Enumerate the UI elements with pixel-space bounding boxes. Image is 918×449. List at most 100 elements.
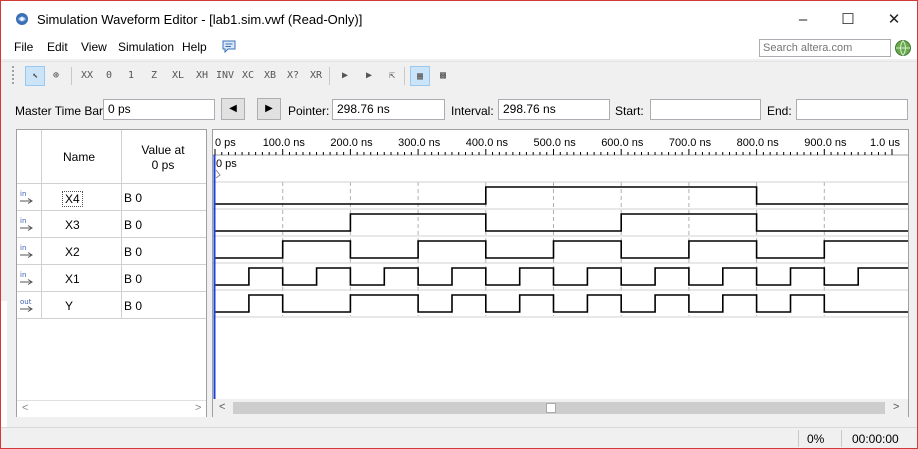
ruler-label: 500.0 ns xyxy=(534,137,577,149)
svg-text:out: out xyxy=(20,298,32,306)
waveform-x1[interactable] xyxy=(215,267,908,286)
status-divider xyxy=(841,430,842,447)
arbitrary-value-icon[interactable]: X? xyxy=(283,66,303,86)
scroll-right-icon[interactable]: > xyxy=(195,402,201,414)
signal-list-panel: Name Value at 0 ps in X4 B 0 in X3 B 0 in X2 B 0… xyxy=(16,129,207,417)
waveform-scrollbar[interactable]: < > xyxy=(213,399,908,417)
svg-text:in: in xyxy=(20,190,26,198)
waveform-canvas[interactable]: 0 ps 100.0 ns 200.0 ns 300.0 ns 400.0 ns 500.… xyxy=(213,130,908,399)
minimize-button[interactable]: – xyxy=(783,9,823,31)
end-field[interactable] xyxy=(796,99,908,120)
menu-edit[interactable]: Edit xyxy=(47,40,68,54)
background-window-edge xyxy=(1,301,7,441)
scroll-left-icon[interactable]: < xyxy=(22,402,28,414)
next-transition-button[interactable]: ▶ xyxy=(257,98,281,120)
weak-low-icon[interactable]: XL xyxy=(168,66,188,86)
forcing-high-icon[interactable]: 1 xyxy=(121,66,141,86)
ruler-label: 200.0 ns xyxy=(330,137,373,149)
forcing-low-icon[interactable]: 0 xyxy=(99,66,119,86)
signal-name: X4 xyxy=(62,191,83,207)
signal-name: X3 xyxy=(65,218,80,232)
ruler-label: 100.0 ns xyxy=(263,137,306,149)
start-field[interactable] xyxy=(650,99,761,120)
signal-list-header: Name Value at 0 ps xyxy=(17,130,206,184)
clock-value-icon[interactable]: XB xyxy=(260,66,280,86)
previous-transition-button[interactable]: ◀ xyxy=(221,98,245,120)
scrollbar-thumb[interactable] xyxy=(546,403,556,413)
waveform-x2[interactable] xyxy=(215,240,908,259)
signal-list-scrollbar[interactable]: < > xyxy=(17,400,206,417)
value-column-header-line1: Value at xyxy=(141,143,185,157)
scroll-left-icon[interactable]: < xyxy=(219,401,225,413)
signal-value: B 0 xyxy=(124,299,143,313)
toolbar: ⬉ ⊕ XX 0 1 Z XL XH INV XC XB X? XR ▶ ▶ ⇱ ▦ ▩ xyxy=(1,61,917,89)
random-value-icon[interactable]: XR xyxy=(306,66,326,86)
selection-tool-icon[interactable]: ⬉ xyxy=(25,66,45,86)
search-input[interactable] xyxy=(759,39,891,57)
waveform-x4[interactable] xyxy=(215,186,908,205)
output-pin-icon: out xyxy=(20,298,33,312)
signal-row[interactable]: in X2 B 0 xyxy=(17,238,206,265)
menu-simulation[interactable]: Simulation xyxy=(118,40,174,54)
feedback-icon[interactable] xyxy=(221,38,237,54)
master-time-bar-label: Master Time Bar: xyxy=(15,104,107,118)
invert-icon[interactable]: INV xyxy=(215,66,235,86)
ruler-label: 900.0 ns xyxy=(804,137,847,149)
toolbar-separator xyxy=(329,67,330,85)
signal-name: X1 xyxy=(65,272,80,286)
scroll-right-icon[interactable]: > xyxy=(893,401,899,413)
forcing-unknown-icon[interactable]: XX xyxy=(77,66,97,86)
grid-settings-icon[interactable]: ▩ xyxy=(433,66,453,86)
waveform-x3[interactable] xyxy=(215,213,908,232)
toolbar-grip[interactable] xyxy=(12,66,15,84)
signal-row[interactable]: in X1 B 0 xyxy=(17,265,206,292)
interval-label: Interval: xyxy=(451,104,494,118)
maximize-button[interactable]: ☐ xyxy=(828,9,868,31)
scrollbar-track[interactable] xyxy=(233,402,885,414)
ruler-label: 800.0 ns xyxy=(737,137,780,149)
signal-value: B 0 xyxy=(124,272,143,286)
cursor-flag-icon xyxy=(215,169,221,179)
title-bar: Simulation Waveform Editor - [lab1.sim.v… xyxy=(1,1,917,37)
menu-help[interactable]: Help xyxy=(182,40,207,54)
svg-text:in: in xyxy=(20,271,26,279)
input-pin-icon: in xyxy=(20,190,33,204)
progress-percent: 0% xyxy=(807,432,825,446)
generate-netlist-icon[interactable]: ⇱ xyxy=(382,66,402,86)
toolbar-separator xyxy=(71,67,72,85)
run-functional-simulation-icon[interactable]: ▶ xyxy=(335,66,355,86)
signal-name: X2 xyxy=(65,245,80,259)
ruler-label: 0 ps xyxy=(215,137,236,149)
interval-field[interactable]: 298.76 ns xyxy=(498,99,610,120)
signal-row[interactable]: out Y B 0 xyxy=(17,292,206,319)
input-pin-icon: in xyxy=(20,244,33,258)
signal-row[interactable]: in X3 B 0 xyxy=(17,211,206,238)
weak-high-icon[interactable]: XH xyxy=(192,66,212,86)
master-time-bar-field[interactable]: 0 ps xyxy=(103,99,215,120)
close-button[interactable]: ✕ xyxy=(874,9,914,31)
ruler-label: 600.0 ns xyxy=(601,137,644,149)
menu-file[interactable]: File xyxy=(14,40,33,54)
count-value-icon[interactable]: XC xyxy=(238,66,258,86)
waveform-panel[interactable]: 0 ps 100.0 ns 200.0 ns 300.0 ns 400.0 ns 500.… xyxy=(212,129,909,417)
name-column-header[interactable]: Name xyxy=(63,150,95,164)
signal-row[interactable]: in X4 B 0 xyxy=(17,184,206,211)
menu-view[interactable]: View xyxy=(81,40,107,54)
app-icon xyxy=(16,13,28,25)
value-column-header[interactable]: Value at 0 ps xyxy=(135,143,191,173)
elapsed-time: 00:00:00 xyxy=(852,432,899,446)
run-timing-simulation-icon[interactable]: ▶ xyxy=(359,66,379,86)
signal-name: Y xyxy=(65,299,74,313)
high-impedance-icon[interactable]: Z xyxy=(144,66,164,86)
search-go-icon[interactable] xyxy=(894,39,912,57)
menu-bar: File Edit View Simulation Help xyxy=(1,37,917,59)
input-pin-icon: in xyxy=(20,217,33,231)
svg-text:in: in xyxy=(20,244,26,252)
pointer-field[interactable]: 298.76 ns xyxy=(332,99,445,120)
waveform-y[interactable] xyxy=(215,294,908,313)
window-title: Simulation Waveform Editor - [lab1.sim.v… xyxy=(37,12,363,27)
end-label: End: xyxy=(767,104,792,118)
pointer-label: Pointer: xyxy=(288,104,330,118)
snap-to-grid-icon[interactable]: ▦ xyxy=(410,66,430,86)
zoom-tool-icon[interactable]: ⊕ xyxy=(46,66,66,86)
